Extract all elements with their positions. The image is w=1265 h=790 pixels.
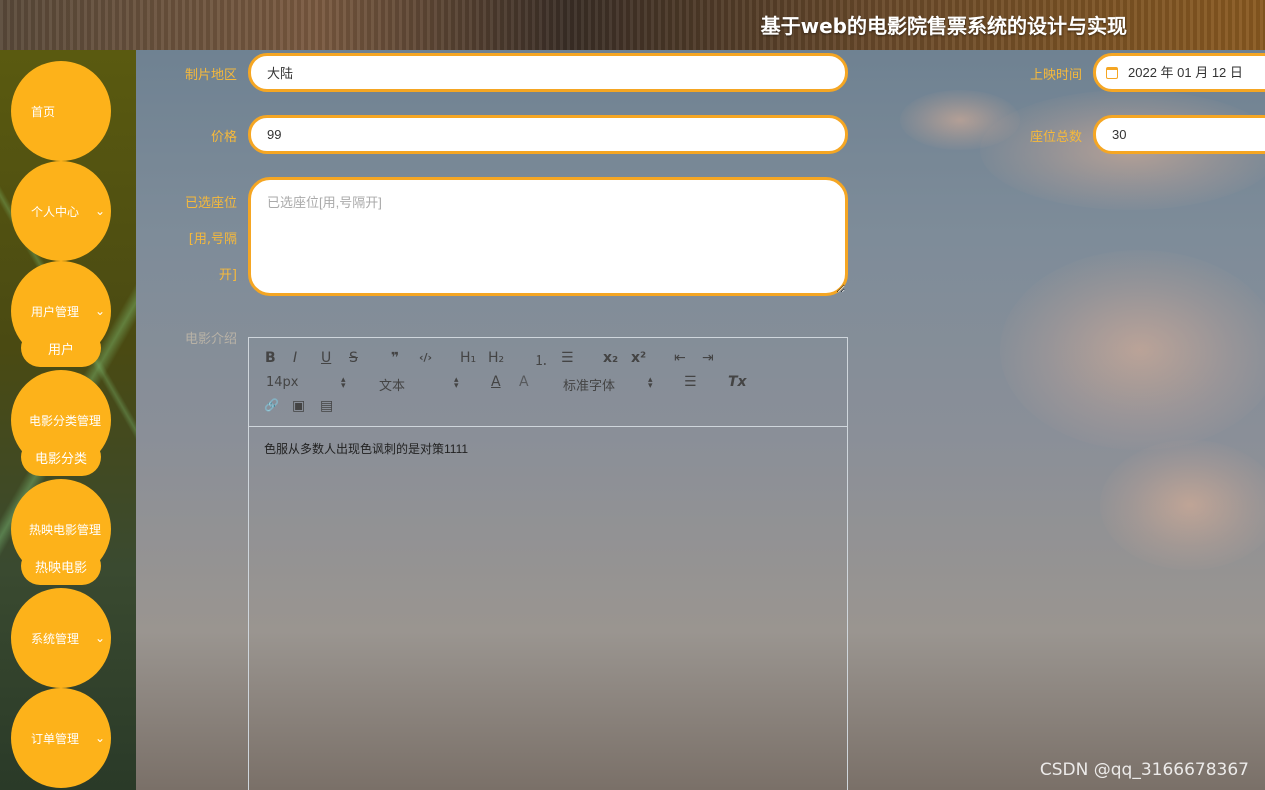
sidebar-item-label: 电影分类管理 (29, 413, 102, 428)
sidebar-subitem-movie-category[interactable]: 电影分类 (21, 438, 101, 476)
subscript-button[interactable]: x₂ (603, 350, 618, 366)
select-arrows-icon: ▴ ▾ (341, 375, 346, 391)
release-date-value: 2022 年 01 月 12 日 (1128, 65, 1243, 80)
editor-content[interactable]: 色服从多数人出现色讽刺的是对策1111 (264, 440, 468, 457)
price-input[interactable] (248, 115, 848, 154)
rich-text-editor: B I U S ❞ ‹/› H₁ H₂ ⒈ ☰ x₂ x² ⇤ ⇥ 14px ▴… (248, 337, 848, 790)
ordered-list-icon[interactable]: ⒈ (534, 350, 548, 370)
seats-total-input[interactable] (1093, 115, 1265, 154)
code-icon[interactable]: ‹/› (419, 351, 432, 364)
header: 基于web的电影院售票系统的设计与实现 (0, 0, 1265, 50)
image-icon[interactable]: ▣ (292, 398, 305, 414)
selected-seats-label-line: [用,号隔 (188, 232, 237, 247)
strike-button[interactable]: S (349, 350, 358, 366)
superscript-button[interactable]: x² (631, 350, 646, 366)
sidebar-item-label: 热映电影管理 (29, 522, 102, 537)
font-family-value: 标准字体 (563, 379, 616, 394)
sidebar-item-label: 用户管理 (31, 304, 80, 319)
font-size-value: 14px (266, 375, 299, 390)
indent-icon[interactable]: ⇥ (702, 350, 714, 366)
sidebar-item-label: 订单管理 (31, 731, 80, 746)
selected-seats-label-line: 开] (218, 268, 237, 283)
sidebar-subitem-user[interactable]: 用户 (21, 329, 101, 367)
bullet-list-icon[interactable]: ☰ (561, 350, 574, 366)
header-select-value: 文本 (379, 379, 406, 394)
select-arrows-icon: ▴ ▾ (454, 375, 459, 391)
bold-button[interactable]: B (265, 350, 276, 366)
seats-total-label: 座位总数 (1029, 130, 1082, 145)
italic-button[interactable]: I (293, 350, 297, 366)
align-icon[interactable]: ☰ (684, 374, 697, 390)
sidebar-item-personal-center[interactable]: 个人中心 ⌄ (11, 161, 111, 261)
header-select[interactable]: 文本 ▴ ▾ (379, 375, 469, 395)
font-family-select[interactable]: 标准字体 ▴ ▾ (563, 375, 663, 395)
chevron-down-icon: ⌄ (94, 731, 105, 745)
sidebar-item-label: 首页 (31, 104, 56, 119)
release-date-label: 上映时间 (1029, 68, 1082, 83)
intro-label: 电影介绍 (184, 332, 237, 347)
video-icon[interactable]: ▤ (320, 398, 333, 414)
sidebar-item-label: 系统管理 (31, 631, 80, 646)
selected-seats-label-line: 已选座位 (184, 196, 237, 211)
quote-icon[interactable]: ❞ (391, 350, 399, 366)
font-color-button[interactable]: A (491, 374, 501, 390)
sidebar-item-home[interactable]: 首页 (11, 61, 111, 161)
chevron-down-icon: ⌄ (94, 204, 105, 218)
watermark: CSDN @qq_3166678367 (1039, 760, 1249, 780)
selected-seats-textarea[interactable] (248, 177, 848, 296)
region-label: 制片地区 (184, 68, 237, 83)
sidebar-item-label: 个人中心 (31, 204, 80, 219)
chevron-down-icon: ⌄ (94, 631, 105, 645)
release-date-picker[interactable]: 2022 年 01 月 12 日 (1093, 53, 1265, 92)
underline-button[interactable]: U (321, 350, 331, 366)
select-arrows-icon: ▴ ▾ (648, 375, 653, 391)
heading1-button[interactable]: H₁ (460, 350, 476, 366)
sidebar-item-order-management[interactable]: 订单管理 ⌄ (11, 688, 111, 788)
heading2-button[interactable]: H₂ (488, 350, 504, 366)
background-color-button[interactable]: A (519, 374, 529, 390)
outdent-icon[interactable]: ⇤ (674, 350, 686, 366)
selected-seats-label: 已选座位 [用,号隔 开] (165, 186, 237, 294)
chevron-down-icon: ⌄ (94, 304, 105, 318)
price-label: 价格 (210, 130, 237, 145)
calendar-icon (1106, 67, 1118, 79)
font-size-select[interactable]: 14px ▴ ▾ (266, 375, 356, 391)
sidebar-subitem-hot-movie[interactable]: 热映电影 (21, 547, 101, 585)
editor-toolbar: B I U S ❞ ‹/› H₁ H₂ ⒈ ☰ x₂ x² ⇤ ⇥ 14px ▴… (249, 338, 847, 427)
sidebar-item-system-management[interactable]: 系统管理 ⌄ (11, 588, 111, 688)
link-icon[interactable]: 🔗 (264, 398, 279, 412)
page-title: 基于web的电影院售票系统的设计与实现 (760, 14, 1127, 38)
clean-format-icon[interactable]: Tx (728, 374, 747, 390)
region-input[interactable] (248, 53, 848, 92)
